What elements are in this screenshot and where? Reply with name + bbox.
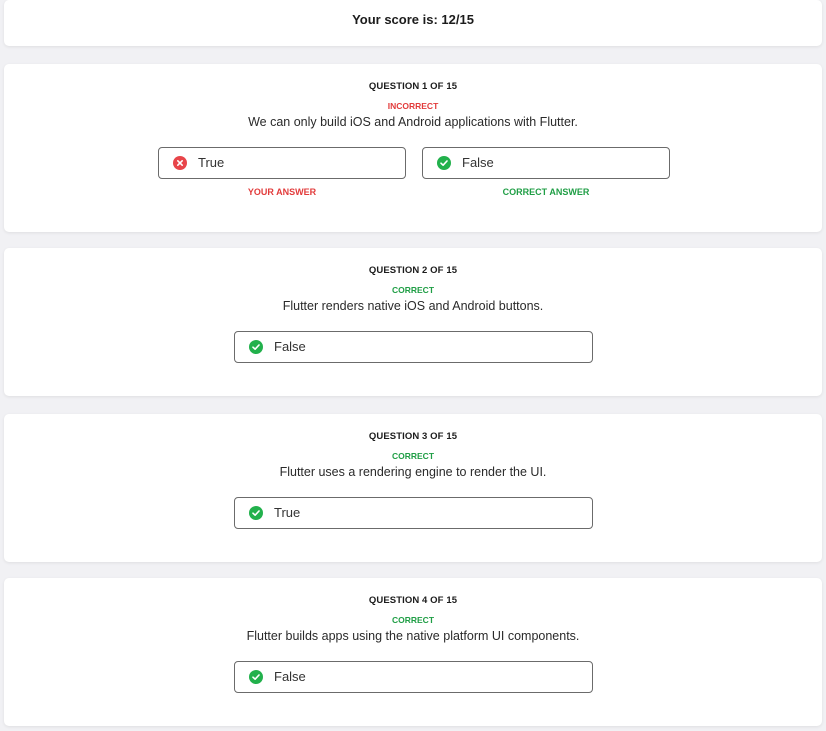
answer-option-true[interactable]: True — [158, 147, 406, 179]
answer-option-false[interactable]: False — [234, 661, 593, 693]
question-card-3: QUESTION 3 OF 15 CORRECT Flutter uses a … — [4, 414, 822, 562]
check-circle-icon — [249, 670, 263, 684]
answer-option-false[interactable]: False — [234, 331, 593, 363]
answer-option-label: True — [274, 505, 301, 520]
correct-answer-caption: CORRECT ANSWER — [502, 187, 590, 197]
question-status: CORRECT — [391, 285, 435, 295]
question-number: QUESTION 4 OF 15 — [368, 595, 458, 606]
question-status: INCORRECT — [387, 101, 439, 111]
check-circle-icon — [249, 506, 263, 520]
question-text: Flutter builds apps using the native pla… — [246, 629, 580, 643]
question-card-1: QUESTION 1 OF 15 INCORRECT We can only b… — [4, 64, 822, 232]
question-number: QUESTION 3 OF 15 — [368, 431, 458, 442]
answer-option-false[interactable]: False — [422, 147, 670, 179]
question-number: QUESTION 1 OF 15 — [368, 81, 458, 92]
question-number: QUESTION 2 OF 15 — [368, 265, 458, 276]
answer-option-label: False — [462, 155, 494, 170]
score-card: Your score is: 12/15 — [4, 0, 822, 46]
check-circle-icon — [249, 340, 263, 354]
question-card-2: QUESTION 2 OF 15 CORRECT Flutter renders… — [4, 248, 822, 396]
score-text: Your score is: 12/15 — [352, 12, 474, 27]
check-circle-icon — [437, 156, 451, 170]
answer-option-label: True — [198, 155, 225, 170]
answer-option-true[interactable]: True — [234, 497, 593, 529]
question-status: CORRECT — [391, 451, 435, 461]
question-text: Flutter renders native iOS and Android b… — [282, 299, 544, 313]
question-text: We can only build iOS and Android applic… — [248, 115, 578, 129]
question-card-4: QUESTION 4 OF 15 CORRECT Flutter builds … — [4, 578, 822, 726]
question-status: CORRECT — [391, 615, 435, 625]
answer-option-label: False — [274, 669, 306, 684]
answer-option-label: False — [274, 339, 306, 354]
x-circle-icon — [173, 156, 187, 170]
your-answer-caption: YOUR ANSWER — [247, 187, 317, 197]
question-text: Flutter uses a rendering engine to rende… — [279, 465, 547, 479]
